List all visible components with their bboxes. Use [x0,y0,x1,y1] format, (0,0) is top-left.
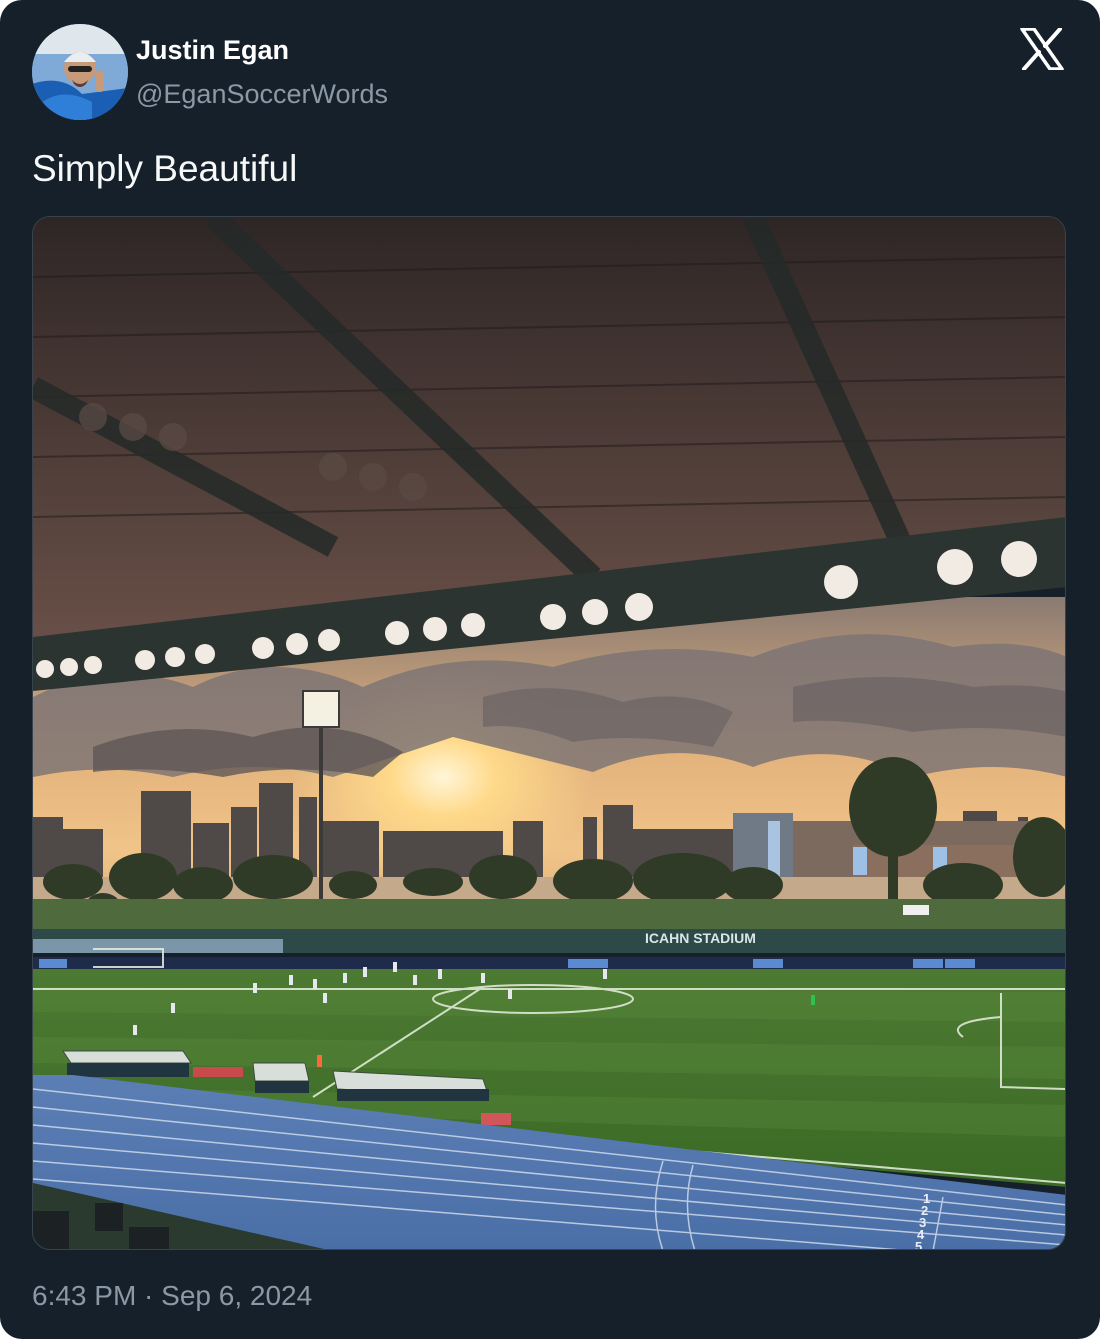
avatar-photo-icon [32,24,128,120]
x-logo-icon[interactable] [1020,28,1064,70]
stadium-sunset-photo: ICAHN STADIUM 1 2 3 4 5 [33,217,1065,1250]
tweet-card: Justin Egan @EganSoccerWords Simply Beau… [0,0,1100,1339]
tweet-photo[interactable]: ICAHN STADIUM 1 2 3 4 5 [32,216,1066,1250]
author-handle[interactable]: @EganSoccerWords [136,76,388,112]
tweet-timestamp[interactable]: 6:43 PM · Sep 6, 2024 [32,1278,312,1314]
avatar[interactable] [32,24,128,120]
tweet-text: Simply Beautiful [32,148,298,189]
stadium-sign-label: ICAHN STADIUM [645,930,756,946]
lane-number-5: 5 [915,1239,922,1250]
author-display-name[interactable]: Justin Egan [136,32,289,68]
